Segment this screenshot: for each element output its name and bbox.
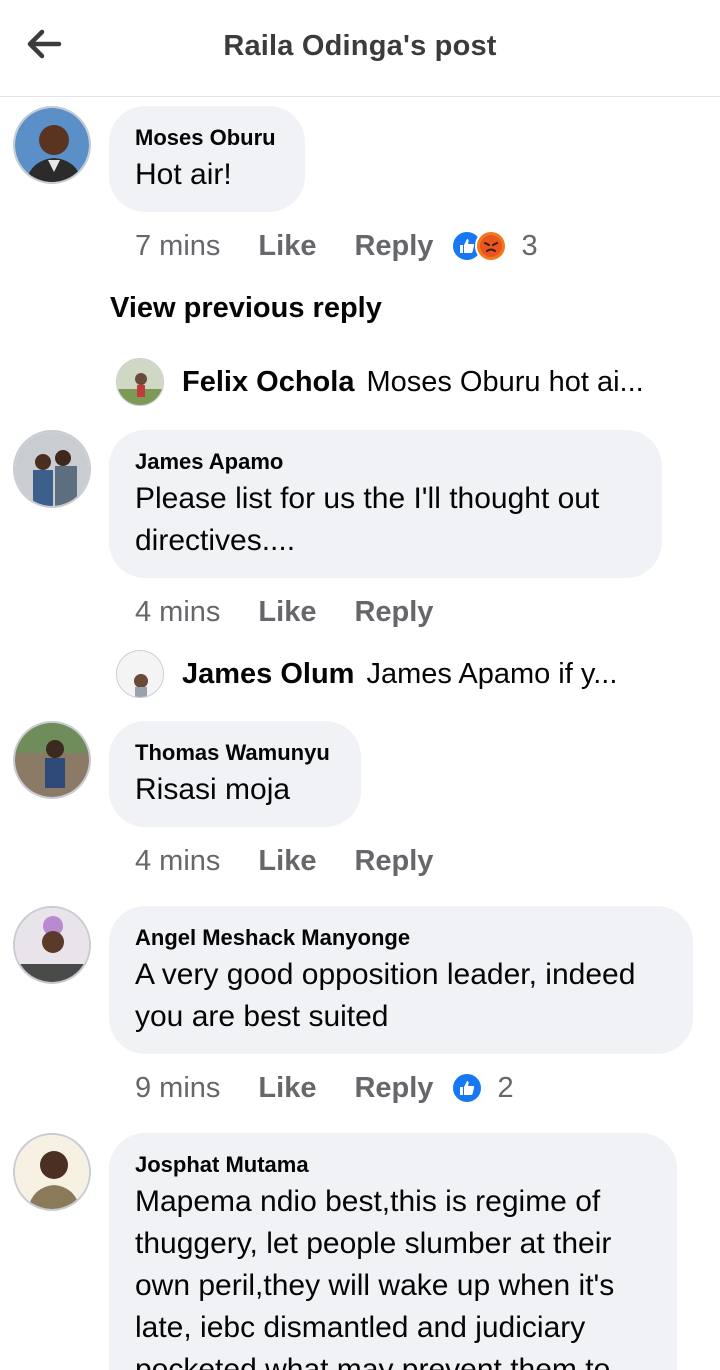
reply-button[interactable]: Reply (354, 1072, 433, 1105)
comment-timestamp[interactable]: 7 mins (135, 230, 220, 263)
comment-text: Risasi moja (135, 773, 291, 806)
avatar[interactable] (116, 358, 164, 406)
reaction-summary[interactable]: 3 (451, 229, 538, 263)
comment-actions: 9 mins Like Reply 2 (135, 1068, 514, 1108)
comment-actions: 7 mins Like Reply 3 (135, 226, 538, 266)
reply-button[interactable]: Reply (354, 845, 433, 878)
top-bar: Raila Odinga's post (0, 0, 720, 97)
thumbs-up-icon (451, 1072, 484, 1104)
avatar[interactable] (13, 430, 91, 508)
avatar[interactable] (116, 650, 164, 698)
comment-bubble[interactable]: James Apamo Please list for us the I'll … (109, 430, 662, 578)
comment-timestamp[interactable]: 4 mins (135, 596, 220, 629)
comment-actions: 4 mins Like Reply (135, 592, 433, 632)
view-previous-reply-link[interactable]: View previous reply (110, 292, 382, 325)
comment-timestamp[interactable]: 9 mins (135, 1072, 220, 1105)
avatar[interactable] (13, 106, 91, 184)
comment-text: Hot air! (135, 158, 232, 191)
angry-face-icon (475, 230, 508, 262)
like-button[interactable]: Like (258, 1072, 316, 1105)
like-button[interactable]: Like (258, 230, 316, 263)
comment-timestamp[interactable]: 4 mins (135, 845, 220, 878)
avatar[interactable] (13, 906, 91, 984)
comment-actions: 4 mins Like Reply (135, 841, 433, 881)
reply-button[interactable]: Reply (354, 230, 433, 263)
comment-author[interactable]: Moses Oburu (135, 124, 279, 152)
page-title: Raila Odinga's post (223, 30, 497, 62)
reply-button[interactable]: Reply (354, 596, 433, 629)
reply-preview[interactable]: Felix Ochola Moses Oburu hot ai... (116, 356, 644, 408)
reply-text: Moses Oburu hot ai... (366, 365, 644, 398)
comment-bubble[interactable]: Josphat Mutama Mapema ndio best,this is … (109, 1133, 677, 1370)
comment-bubble[interactable]: Angel Meshack Manyonge A very good oppos… (109, 906, 693, 1054)
comment-text: A very good opposition leader, indeed yo… (135, 958, 636, 1033)
avatar[interactable] (13, 721, 91, 799)
reply-author[interactable]: James Olum (182, 658, 354, 691)
comment-text: Please list for us the I'll thought out … (135, 482, 600, 557)
reply-preview[interactable]: James Olum James Apamo if y... (116, 648, 617, 700)
comment-author[interactable]: Josphat Mutama (135, 1151, 651, 1179)
avatar[interactable] (13, 1133, 91, 1211)
like-button[interactable]: Like (258, 845, 316, 878)
reaction-summary[interactable]: 2 (451, 1071, 514, 1105)
comment-author[interactable]: Thomas Wamunyu (135, 739, 335, 767)
comment-bubble[interactable]: Moses Oburu Hot air! (109, 106, 305, 212)
comment-author[interactable]: James Apamo (135, 448, 636, 476)
comment-author[interactable]: Angel Meshack Manyonge (135, 924, 667, 952)
comment-text: Mapema ndio best,this is regime of thugg… (135, 1185, 615, 1370)
reply-text: James Apamo if y... (366, 657, 618, 690)
reaction-count: 2 (497, 1071, 514, 1104)
reaction-count: 3 (521, 229, 538, 262)
like-button[interactable]: Like (258, 596, 316, 629)
comment-bubble[interactable]: Thomas Wamunyu Risasi moja (109, 721, 361, 827)
reply-author[interactable]: Felix Ochola (182, 366, 354, 399)
